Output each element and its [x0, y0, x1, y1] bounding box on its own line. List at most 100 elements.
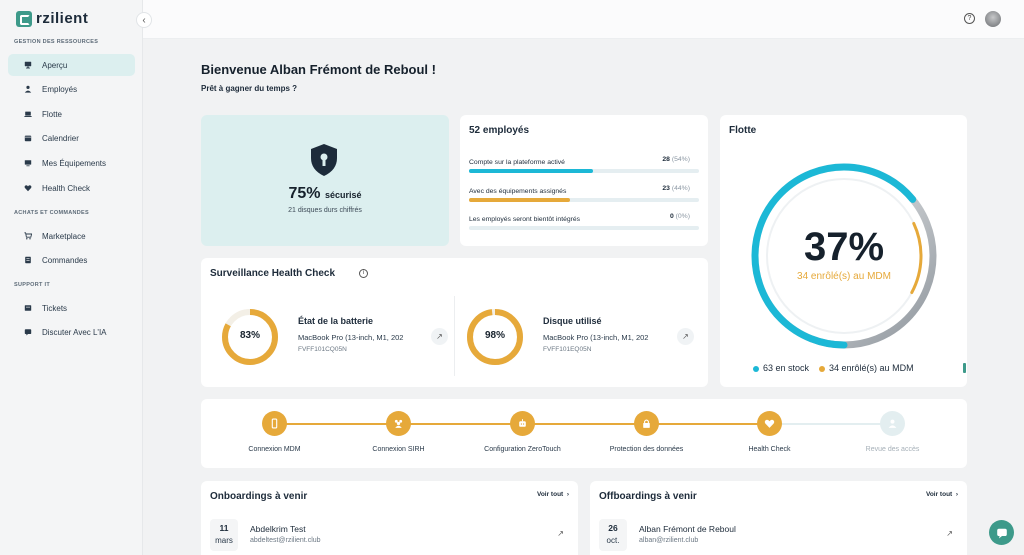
employee-stat-row: Les employés seront bientôt intégrés 0 (… — [469, 213, 699, 230]
offboarding-name: Alban Frémont de Reboul — [639, 524, 736, 534]
step-label: Revue des accès — [865, 446, 920, 453]
divider — [454, 296, 455, 376]
sidebar-item-mes-equipements[interactable]: Mes Équipements — [8, 152, 135, 174]
sidebar-item-discuter-ia[interactable]: Discuter Avec L'IA — [8, 321, 135, 343]
onboardings-card: Onboardings à venir Voir tout › 11 mars … — [201, 481, 578, 555]
brand-name: rzilient — [36, 10, 89, 27]
step-label: Protection des données — [609, 446, 684, 453]
users-icon — [24, 85, 32, 93]
progress-bar — [469, 226, 699, 230]
section-label-support: SUPPORT IT — [14, 282, 51, 288]
heart-icon — [24, 184, 32, 192]
offboarding-open-icon[interactable]: ↗ — [946, 529, 953, 538]
shield-lock-icon — [311, 144, 337, 176]
sidebar-item-label: Calendrier — [42, 133, 79, 143]
battery-model: MacBook Pro (13-inch, M1, 202 — [298, 333, 404, 342]
help-icon[interactable]: ? — [964, 13, 975, 24]
security-card[interactable]: 75% sécurisé 21 disques durs chiffrés — [201, 115, 449, 246]
setup-steps-card: Connexion MDM Connexion SIRH Configurati… — [201, 399, 967, 468]
date-badge: 11 mars — [210, 519, 238, 551]
step-label: Health Check — [748, 446, 791, 453]
lock-icon — [634, 411, 659, 436]
employee-stat-row: Avec des équipements assignés 23 (44%) — [469, 185, 699, 202]
info-icon[interactable]: i — [359, 269, 368, 278]
sidebar-item-label: Health Check — [42, 183, 91, 193]
progress-bar — [469, 169, 699, 173]
sidebar-item-label: Tickets — [42, 303, 68, 313]
steps-remaining-line — [769, 423, 893, 425]
section-label-achats: ACHATS ET COMMANDES — [14, 210, 89, 216]
offboardings-see-all-link[interactable]: Voir tout › — [926, 491, 958, 498]
collapse-sidebar-button[interactable]: ‹ — [136, 12, 152, 28]
logo-icon — [16, 10, 32, 27]
page-subtitle: Prêt à gagner du temps ? — [201, 84, 298, 93]
sidebar-item-tickets[interactable]: Tickets — [8, 297, 135, 319]
onboarding-open-icon[interactable]: ↗ — [557, 529, 564, 538]
onboarding-name: Abdelkrim Test — [250, 524, 306, 534]
progress-bar — [469, 198, 699, 202]
date-month: oct. — [606, 536, 620, 545]
onboarding-email: abdeltest@rzilient.club — [250, 537, 321, 544]
heart-icon — [757, 411, 782, 436]
avatar[interactable] — [985, 11, 1001, 27]
health-title: Surveillance Health Check — [210, 268, 336, 279]
disk-title: Disque utilisé — [543, 316, 602, 326]
legend-dot — [819, 365, 826, 372]
sidebar-item-label: Discuter Avec L'IA — [42, 327, 107, 337]
stat-value: 0 (0%) — [669, 213, 690, 220]
disk-open-button[interactable]: ↗ — [677, 328, 694, 345]
sidebar-item-label: Aperçu — [42, 60, 68, 70]
legend-stock: 63 en stock — [753, 363, 809, 373]
fleet-title: Flotte — [729, 125, 757, 136]
laptop-icon — [24, 110, 32, 118]
fleet-card[interactable]: Flotte 37% 34 enrôlé(s) au MDM 63 en sto… — [720, 115, 967, 387]
sidebar-item-label: Mes Équipements — [42, 158, 107, 168]
stat-label: Les employés seront bientôt intégrés — [469, 216, 581, 223]
sidebar-item-label: Commandes — [42, 255, 88, 265]
sidebar-item-marketplace[interactable]: Marketplace — [8, 225, 135, 247]
legend-dot — [753, 365, 759, 372]
employees-title: 52 employés — [469, 125, 530, 136]
user-check-icon — [880, 411, 905, 436]
step-label: Connexion MDM — [248, 446, 301, 453]
security-percent: 75% sécurisé — [288, 185, 362, 202]
employee-stat-row: Compte sur la plateforme activé 28 (54%) — [469, 156, 699, 173]
devices-icon — [24, 159, 32, 167]
step-label: Connexion SIRH — [372, 446, 425, 453]
health-check-card: Surveillance Health Check i 83% État de … — [201, 258, 708, 387]
robot-icon — [510, 411, 535, 436]
disk-serial: FVFF101EQ05N — [543, 346, 592, 353]
phone-icon — [262, 411, 287, 436]
disk-value: 98% — [484, 330, 505, 341]
date-badge: 26 oct. — [599, 519, 627, 551]
sidebar-item-employes[interactable]: Employés — [8, 78, 135, 100]
sidebar: rzilient GESTION DES RESSOURCES Aperçu E… — [0, 0, 143, 555]
fleet-percent: 37% — [803, 225, 885, 269]
onboardings-see-all-link[interactable]: Voir tout › — [537, 491, 569, 498]
battery-serial: FVFF101CQ05N — [298, 346, 347, 353]
offboardings-title: Offboardings à venir — [599, 491, 697, 502]
battery-value: 83% — [239, 330, 260, 341]
offboardings-card: Offboardings à venir Voir tout › 26 oct.… — [590, 481, 967, 555]
cart-icon — [24, 232, 32, 240]
date-day: 11 — [219, 523, 229, 533]
chat-support-button[interactable] — [989, 520, 1014, 545]
fleet-legend: 63 en stock 34 enrôlé(s) au MDM — [753, 363, 914, 373]
offboarding-email: alban@rzilient.club — [639, 537, 699, 544]
brand-logo[interactable]: rzilient — [16, 10, 88, 27]
disk-model: MacBook Pro (13-inch, M1, 202 — [543, 333, 649, 342]
step-label: Configuration ZeroTouch — [484, 446, 561, 453]
sidebar-item-health-check[interactable]: Health Check — [8, 177, 135, 199]
sidebar-item-flotte[interactable]: Flotte — [8, 103, 135, 125]
date-month: mars — [215, 536, 233, 545]
battery-open-button[interactable]: ↗ — [431, 328, 448, 345]
stat-label: Avec des équipements assignés — [469, 188, 567, 195]
sidebar-item-calendrier[interactable]: Calendrier — [8, 127, 135, 149]
chat-icon — [24, 328, 32, 336]
list-icon — [24, 256, 32, 264]
sidebar-item-apercu[interactable]: Aperçu — [8, 54, 135, 76]
sidebar-item-label: Marketplace — [42, 231, 86, 241]
scroll-indicator[interactable] — [963, 363, 966, 373]
sidebar-item-commandes[interactable]: Commandes — [8, 249, 135, 271]
chat-icon — [996, 528, 1007, 538]
